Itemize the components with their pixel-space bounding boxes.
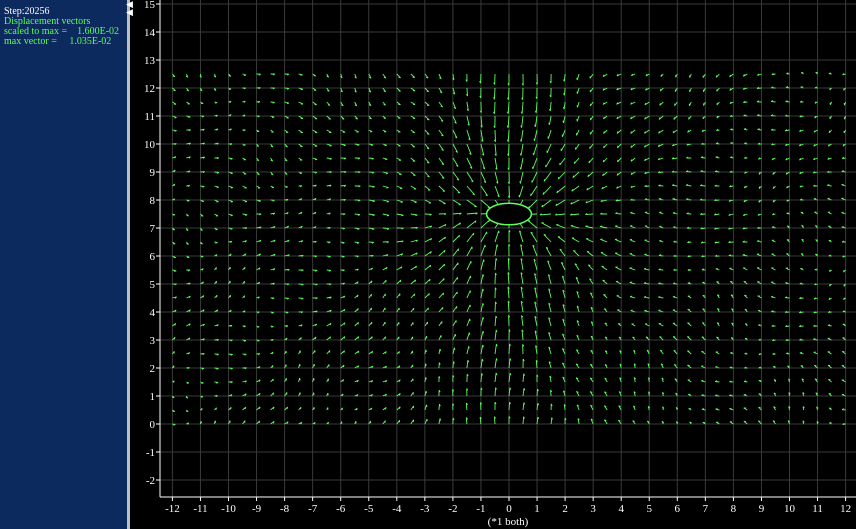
x-tick-label: 0 xyxy=(506,503,512,515)
cavity-ellipse xyxy=(485,202,533,226)
x-tick-label: -7 xyxy=(308,503,318,515)
y-tick-label: 14 xyxy=(144,27,156,39)
x-tick-label: 2 xyxy=(562,503,568,515)
y-tick-label: 9 xyxy=(150,167,156,179)
cavity xyxy=(485,202,533,226)
y-tick-label: 6 xyxy=(150,251,156,263)
x-tick-label: 7 xyxy=(703,503,709,515)
x-tick-label: 11 xyxy=(812,503,823,515)
x-tick-label: 10 xyxy=(784,503,796,515)
x-tick-label: 1 xyxy=(534,503,540,515)
vector-plot[interactable]: -12 -11 -10 -9 -8 -7 -6 -5 -4 -3 -2 -1 0 1 2 3 4 5 6 7 8 9 10 1… xyxy=(0,0,856,529)
x-tick-label: 3 xyxy=(590,503,596,515)
x-tick-label: -2 xyxy=(448,503,457,515)
x-tick-label: -3 xyxy=(420,503,430,515)
x-tick-label: -8 xyxy=(280,503,290,515)
x-tick-label: -10 xyxy=(221,503,236,515)
x-tick-label: -6 xyxy=(336,503,346,515)
x-tick-label: 8 xyxy=(731,503,737,515)
axes xyxy=(159,0,856,498)
y-tick-label: 0 xyxy=(150,419,156,431)
x-tick-label: 9 xyxy=(759,503,765,515)
y-tick-label: -1 xyxy=(146,447,155,459)
y-tick-label: 11 xyxy=(144,111,155,123)
y-tick-label: 2 xyxy=(150,363,156,375)
x-tick-label: -9 xyxy=(252,503,262,515)
y-tick-label: -2 xyxy=(146,475,155,487)
y-tick-label: 4 xyxy=(150,307,156,319)
y-tick-label: 10 xyxy=(144,139,156,151)
x-tick-label: 4 xyxy=(618,503,624,515)
x-tick-label: -12 xyxy=(165,503,180,515)
x-tick-label: -5 xyxy=(364,503,374,515)
x-tick-labels: -12 -11 -10 -9 -8 -7 -6 -5 -4 -3 -2 -1 0 1 2 3 4 5 6 7 8 9 10 1… xyxy=(165,497,851,515)
x-tick-label: 6 xyxy=(675,503,681,515)
y-tick-label: 12 xyxy=(144,83,155,95)
y-tick-label: 7 xyxy=(150,223,156,235)
x-tick-label: -11 xyxy=(193,503,207,515)
y-tick-label: 5 xyxy=(150,279,156,291)
y-tick-label: 1 xyxy=(150,391,156,403)
grid-lines xyxy=(160,0,856,497)
x-tick-label: -4 xyxy=(392,503,402,515)
x-axis-label: (*1 both) xyxy=(488,516,529,528)
x-tick-label: 5 xyxy=(647,503,653,515)
y-tick-labels: -2-10123456789101112131415 xyxy=(144,0,160,487)
y-tick-label: 8 xyxy=(150,195,156,207)
y-tick-label: 13 xyxy=(144,55,156,67)
y-tick-label: 3 xyxy=(150,335,156,347)
x-tick-label: 12 xyxy=(840,503,851,515)
x-tick-label: -1 xyxy=(476,503,485,515)
y-tick-label: 15 xyxy=(144,0,156,11)
